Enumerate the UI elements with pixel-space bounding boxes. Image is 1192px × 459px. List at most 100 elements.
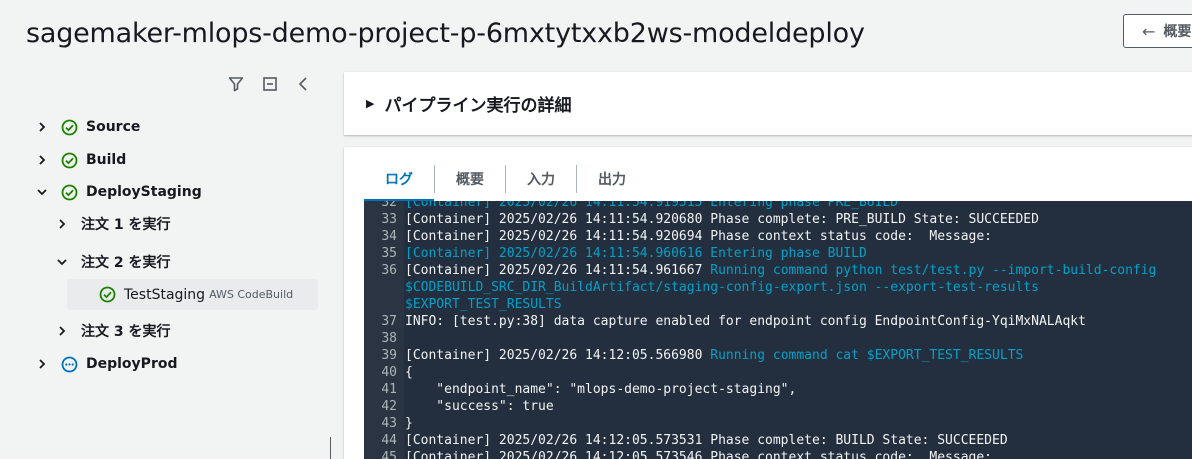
log-segment: [Container] 2025/02/26 14:11:54.960616 E…	[405, 246, 867, 261]
tree-item-label: DeployStaging	[86, 184, 202, 200]
log-line-number: 39	[364, 347, 404, 364]
tree-item-label: 注文 3 を実行	[81, 324, 171, 340]
tab-summary[interactable]: 概要	[435, 157, 505, 201]
log-segment: [Container] 2025/02/26 14:11:54.920694 P…	[405, 229, 992, 244]
tab-output[interactable]: 出力	[577, 157, 647, 201]
log-line: 44 [Container] 2025/02/26 14:12:05.573531…	[364, 432, 1192, 449]
log-line: 40{	[364, 364, 1192, 381]
log-line: 34 [Container] 2025/02/26 14:11:54.920694…	[364, 228, 1192, 245]
tree-item-source[interactable]: Source	[36, 113, 140, 141]
log-line-number	[364, 279, 404, 296]
log-line-text	[404, 330, 405, 347]
log-line-text: "endpoint_name": "mlops-demo-project-sta…	[404, 381, 796, 398]
log-line-number: 43	[364, 415, 404, 432]
log-line-number: 41	[364, 381, 404, 398]
log-segment: [Container] 2025/02/26 14:11:54.919515 E…	[405, 201, 899, 210]
tree-item-run-order-1[interactable]: 注文 1 を実行	[56, 210, 171, 238]
log-line: 39 [Container] 2025/02/26 14:12:05.566980…	[364, 347, 1192, 364]
log-line-number: 35	[364, 245, 404, 262]
collapse-all-icon[interactable]	[260, 74, 280, 94]
pipeline-execution-details-panel[interactable]: ▶ パイプライン実行の詳細	[344, 72, 1192, 135]
log-line-text: "success": true	[404, 398, 554, 415]
tree-item-deploystaging[interactable]: DeployStaging	[36, 178, 202, 206]
tree-item-build[interactable]: Build	[36, 146, 126, 174]
log-lines: 32 [Container] 2025/02/26 14:11:54.919515…	[364, 201, 1192, 459]
log-segment: "success": true	[405, 399, 554, 414]
log-line: 45 [Container] 2025/02/26 14:12:05.573546…	[364, 449, 1192, 459]
back-to-overview-button[interactable]: ← 概要	[1123, 14, 1192, 48]
tab-input[interactable]: 入力	[506, 157, 576, 201]
caret-right-icon[interactable]: ▶	[366, 97, 374, 110]
tree-item-label: Source	[86, 119, 141, 135]
log-line: 38	[364, 330, 1192, 347]
log-line-text: [Container] 2025/02/26 14:11:54.919515 E…	[404, 201, 898, 211]
log-segment: {	[405, 365, 413, 380]
log-line-text: [Container] 2025/02/26 14:11:54.920694 P…	[404, 228, 992, 245]
log-line-number: 40	[364, 364, 404, 381]
tree-item-deployprod[interactable]: DeployProd	[36, 350, 178, 378]
tree-toolbar	[226, 74, 314, 94]
log-line-number: 37	[364, 313, 404, 330]
chevron-down-icon[interactable]	[56, 256, 68, 268]
tree-item-teststaging[interactable]: TestStaging AWS CodeBuild	[67, 279, 318, 310]
tree-item-run-order-3[interactable]: 注文 3 を実行	[56, 317, 171, 345]
success-icon	[61, 119, 78, 136]
log-line-number: 33	[364, 211, 404, 228]
log-line-text: [Container] 2025/02/26 14:12:05.573531 P…	[404, 432, 1008, 449]
tree-item-label: DeployProd	[86, 356, 178, 372]
log-line-number: 45	[364, 449, 404, 459]
log-segment: [Container] 2025/02/26 14:11:54.961667	[405, 263, 711, 278]
chevron-right-icon[interactable]	[36, 154, 48, 166]
log-line: 41 "endpoint_name": "mlops-demo-project-…	[364, 381, 1192, 398]
filter-icon[interactable]	[226, 74, 246, 94]
log-segment: Running command cat $EXPORT_TEST_RESULTS	[710, 348, 1024, 363]
chevron-right-icon[interactable]	[36, 358, 48, 370]
panel-resize-handle[interactable]	[330, 437, 331, 459]
tab-logs[interactable]: ログ	[364, 157, 434, 202]
log-segment: [Container] 2025/02/26 14:12:05.573546 P…	[405, 450, 992, 459]
log-line: 32 [Container] 2025/02/26 14:11:54.919515…	[364, 201, 1192, 211]
log-line-number: 44	[364, 432, 404, 449]
log-line-number	[364, 296, 404, 313]
details-title: パイプライン実行の詳細	[384, 96, 572, 116]
log-line-text: [Container] 2025/02/26 14:11:54.920680 P…	[404, 211, 1039, 228]
page-title: sagemaker-mlops-demo-project-p-6mxtytxxb…	[26, 18, 865, 49]
log-line-number: 38	[364, 330, 404, 347]
log-panel: ログ 概要 入力 出力 32 [Container] 2025/02/26 14:…	[344, 147, 1192, 459]
log-segment: $EXPORT_TEST_RESULTS	[405, 297, 562, 312]
tab-bar: ログ 概要 入力 出力	[364, 157, 647, 202]
log-line-number: 36	[364, 262, 404, 279]
log-segment: [Container] 2025/02/26 14:12:05.566980	[405, 348, 711, 363]
log-line: 33 [Container] 2025/02/26 14:11:54.920680…	[364, 211, 1192, 228]
success-icon	[99, 286, 116, 303]
log-line-text: [Container] 2025/02/26 14:11:54.961667 R…	[404, 262, 1156, 279]
chevron-right-icon[interactable]	[56, 325, 68, 337]
log-line-text: $EXPORT_TEST_RESULTS	[404, 296, 562, 313]
log-line-text: [Container] 2025/02/26 14:11:54.960616 E…	[404, 245, 867, 262]
log-segment: }	[405, 416, 413, 431]
tree-item-run-order-2[interactable]: 注文 2 を実行	[56, 248, 171, 276]
log-line-number: 32	[364, 201, 404, 211]
chevron-down-icon[interactable]	[36, 186, 48, 198]
log-segment: [Container] 2025/02/26 14:12:05.573531 P…	[405, 433, 1008, 448]
log-line-text: [Container] 2025/02/26 14:12:05.573546 P…	[404, 449, 992, 459]
tree-item-label: 注文 1 を実行	[81, 217, 171, 233]
log-line: 43}	[364, 415, 1192, 432]
log-line-number: 34	[364, 228, 404, 245]
collapse-panel-icon[interactable]	[294, 74, 314, 94]
log-segment: INFO: [test.py:38] data capture enabled …	[405, 314, 1086, 329]
log-line-text: [Container] 2025/02/26 14:12:05.566980 R…	[404, 347, 1023, 364]
pending-icon	[61, 356, 78, 373]
log-segment: Running command python test/test.py --im…	[710, 263, 1157, 278]
log-line: 42 "success": true	[364, 398, 1192, 415]
back-button-label: 概要	[1163, 24, 1192, 40]
log-line-text: INFO: [test.py:38] data capture enabled …	[404, 313, 1086, 330]
chevron-right-icon[interactable]	[36, 121, 48, 133]
arrow-left-icon: ←	[1142, 21, 1156, 41]
tree-item-label: 注文 2 を実行	[81, 255, 171, 271]
log-output[interactable]: 32 [Container] 2025/02/26 14:11:54.919515…	[364, 201, 1192, 459]
tree-item-provider: AWS CodeBuild	[209, 288, 294, 301]
log-line: $CODEBUILD_SRC_DIR_BuildArtifact/staging…	[364, 279, 1192, 296]
chevron-right-icon[interactable]	[56, 218, 68, 230]
log-segment: $CODEBUILD_SRC_DIR_BuildArtifact/staging…	[405, 280, 1039, 295]
